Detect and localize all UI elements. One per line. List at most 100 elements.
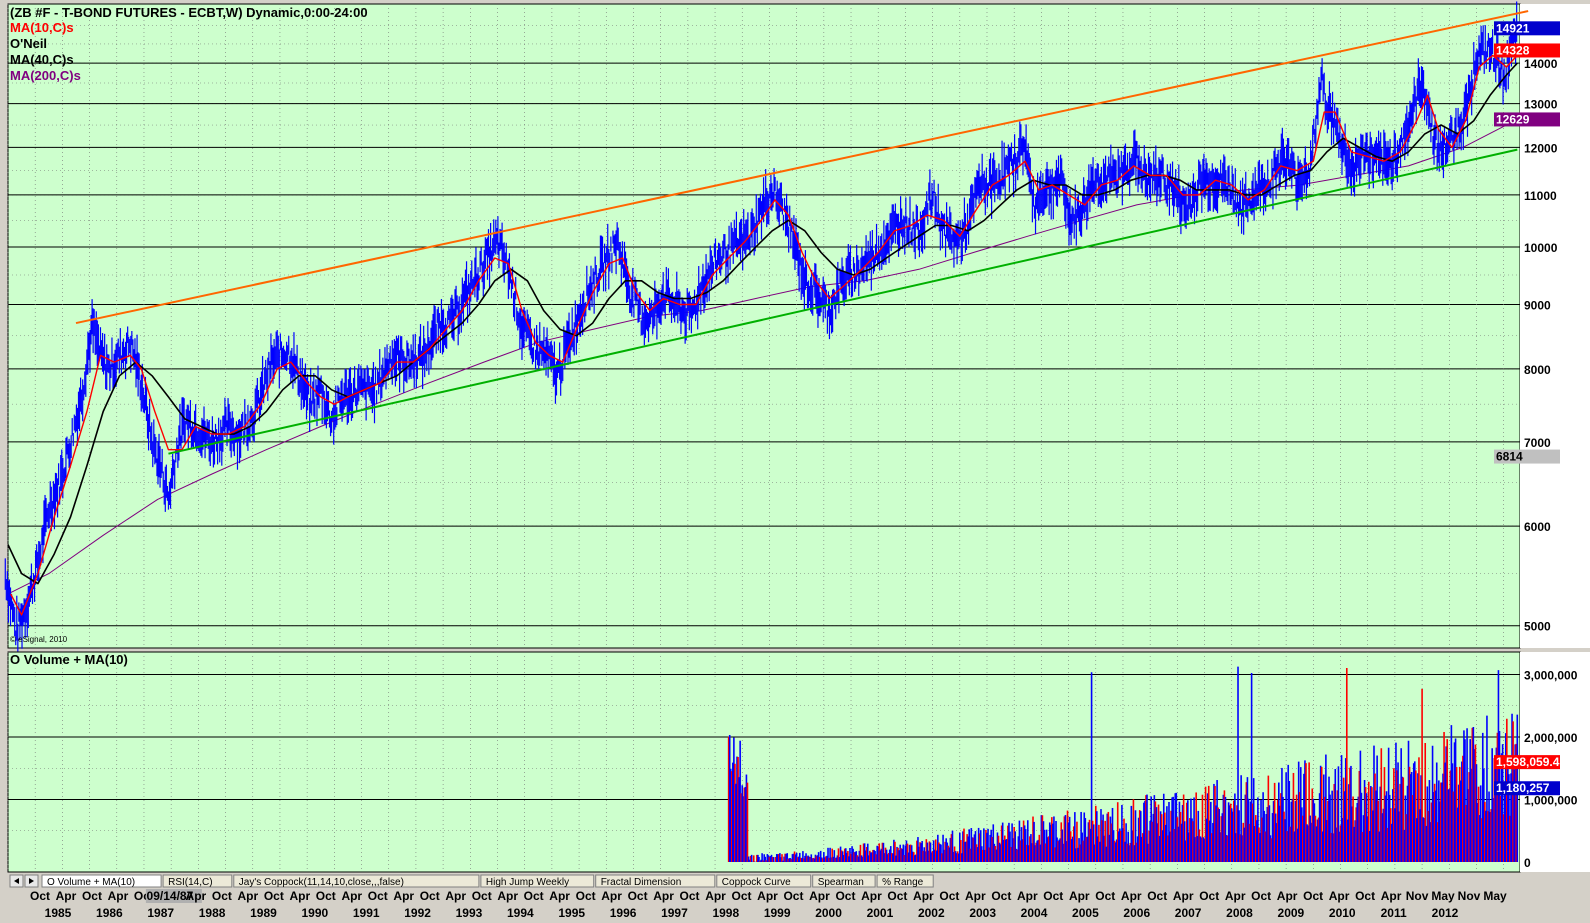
- month-tick-label: Oct: [887, 889, 907, 903]
- price-badge: 14328: [1496, 43, 1530, 57]
- study-tab[interactable]: RSI(14,C): [162, 874, 233, 888]
- volume-tick-label: 2,000,000: [1524, 731, 1578, 745]
- month-tick-label: Apr: [601, 889, 622, 903]
- month-tick-label: Oct: [835, 889, 855, 903]
- year-tick-label: 1988: [199, 906, 226, 920]
- study-label-ma200[interactable]: MA(200,C)s: [10, 68, 81, 83]
- month-tick-label: Oct: [472, 889, 492, 903]
- month-tick-label: Apr: [1121, 889, 1142, 903]
- month-tick-label: Apr: [1381, 889, 1402, 903]
- month-tick-label: Oct: [82, 889, 102, 903]
- month-tick-label: Oct: [1043, 889, 1063, 903]
- symbol-title: (ZB #F - T-BOND FUTURES - ECBT,W) Dynami…: [10, 5, 368, 20]
- year-tick-label: 1987: [147, 906, 174, 920]
- month-tick-label: Apr: [56, 889, 77, 903]
- month-tick-label: Oct: [212, 889, 232, 903]
- tab-scroll-left-button[interactable]: [9, 874, 24, 888]
- month-tick-label: Apr: [108, 889, 129, 903]
- year-tick-label: 1991: [353, 906, 380, 920]
- study-tab[interactable]: Jay's Coppock(11,14,10,close,,,false): [233, 874, 480, 888]
- month-tick-label: Apr: [445, 889, 466, 903]
- year-tick-label: 1995: [558, 906, 585, 920]
- month-tick-label: Apr: [965, 889, 986, 903]
- month-tick-label: Apr: [497, 889, 518, 903]
- chart-canvas: 14000 13000 12000 11000 10000 9000 8000 7000 600…: [0, 0, 1590, 923]
- month-tick-label: Oct: [1095, 889, 1115, 903]
- year-tick-label: 2012: [1432, 906, 1459, 920]
- month-tick-label: Nov: [1458, 889, 1481, 903]
- month-tick-label: Oct: [420, 889, 440, 903]
- price-tick-label: 9000: [1524, 299, 1551, 313]
- year-tick-label: 2007: [1175, 906, 1202, 920]
- month-tick-label: Apr: [861, 889, 882, 903]
- price-tick-label: 11000: [1524, 189, 1557, 203]
- year-tick-label: 2000: [815, 906, 842, 920]
- study-tab[interactable]: Coppock Curve: [716, 874, 812, 888]
- month-tick-label: Apr: [238, 889, 259, 903]
- price-tick-label: 7000: [1524, 436, 1551, 450]
- year-tick-label: 1997: [661, 906, 688, 920]
- month-tick-label: Oct: [1251, 889, 1271, 903]
- volume-panel-title: O Volume + MA(10): [10, 652, 128, 667]
- month-tick-label: Apr: [705, 889, 726, 903]
- volume-badge: 1,180,257: [1496, 781, 1550, 795]
- price-tick-label: 13000: [1524, 98, 1558, 112]
- study-tab[interactable]: % Range: [876, 874, 934, 888]
- year-tick-label: 1992: [404, 906, 431, 920]
- study-tab-label: RSI(14,C): [168, 877, 212, 888]
- month-tick-label: Apr: [393, 889, 414, 903]
- year-tick-label: 2008: [1226, 906, 1253, 920]
- price-panel[interactable]: [7, 3, 1521, 649]
- study-label-ma10[interactable]: MA(10,C)s: [10, 20, 74, 35]
- month-tick-label: Oct: [939, 889, 959, 903]
- year-tick-label: 1985: [45, 906, 72, 920]
- year-tick-label: 2002: [918, 906, 945, 920]
- study-tab[interactable]: High Jump Weekly: [480, 874, 595, 888]
- month-tick-label: Apr: [1329, 889, 1350, 903]
- study-label-ma40[interactable]: MA(40,C)s: [10, 52, 74, 67]
- month-tick-label: Apr: [1173, 889, 1194, 903]
- price-badge: 12629: [1496, 112, 1530, 126]
- month-tick-label: Oct: [1199, 889, 1219, 903]
- study-tab[interactable]: O Volume + MA(10): [41, 874, 162, 888]
- year-tick-label: 2001: [867, 906, 894, 920]
- month-tick-label: Apr: [757, 889, 778, 903]
- month-tick-label: Apr: [289, 889, 310, 903]
- month-tick-label: Apr: [341, 889, 362, 903]
- month-tick-label: Apr: [1225, 889, 1246, 903]
- month-tick-label: Oct: [368, 889, 388, 903]
- month-tick-label: Oct: [783, 889, 803, 903]
- year-tick-label: 2003: [969, 906, 996, 920]
- study-label-oneil[interactable]: O'Neil: [10, 36, 47, 51]
- price-badge: 6814: [1496, 450, 1523, 464]
- study-tab[interactable]: Spearman: [812, 874, 876, 888]
- year-tick-label: 2010: [1329, 906, 1356, 920]
- study-tab[interactable]: Fractal Dimension: [595, 874, 716, 888]
- year-tick-label: 2011: [1381, 906, 1407, 920]
- study-tab-label: Coppock Curve: [722, 877, 791, 888]
- month-tick-label: Apr: [913, 889, 934, 903]
- volume-badge: 1,598,059.4: [1496, 755, 1560, 769]
- price-tick-label: 6000: [1524, 520, 1551, 534]
- year-tick-label: 2009: [1278, 906, 1305, 920]
- study-tabs: O Volume + MA(10) RSI(14,C) Jay's Coppock(…: [41, 874, 934, 888]
- price-tick-label: 10000: [1524, 241, 1558, 255]
- study-tab-label: Fractal Dimension: [601, 877, 682, 888]
- year-tick-label: 2004: [1021, 906, 1048, 920]
- month-tick-label: Apr: [1069, 889, 1090, 903]
- year-tick-label: 1986: [96, 906, 123, 920]
- tab-scroll-right-button[interactable]: [24, 874, 39, 888]
- year-tick-label: 1989: [250, 906, 277, 920]
- year-tick-label: 2006: [1123, 906, 1150, 920]
- study-tab-label: Jay's Coppock(11,14,10,close,,,false): [239, 877, 404, 888]
- month-tick-label: May: [1483, 889, 1507, 903]
- month-tick-label: Apr: [809, 889, 830, 903]
- month-tick-label: Oct: [576, 889, 596, 903]
- price-tick-label: 14000: [1524, 57, 1558, 71]
- year-tick-label: 1999: [764, 906, 791, 920]
- copyright-note: © eSignal, 2010: [10, 635, 68, 644]
- price-tick-label: 5000: [1524, 620, 1551, 634]
- price-badge: 14921: [1496, 21, 1530, 35]
- year-tick-label: 1998: [712, 906, 739, 920]
- month-tick-label: Apr: [1277, 889, 1298, 903]
